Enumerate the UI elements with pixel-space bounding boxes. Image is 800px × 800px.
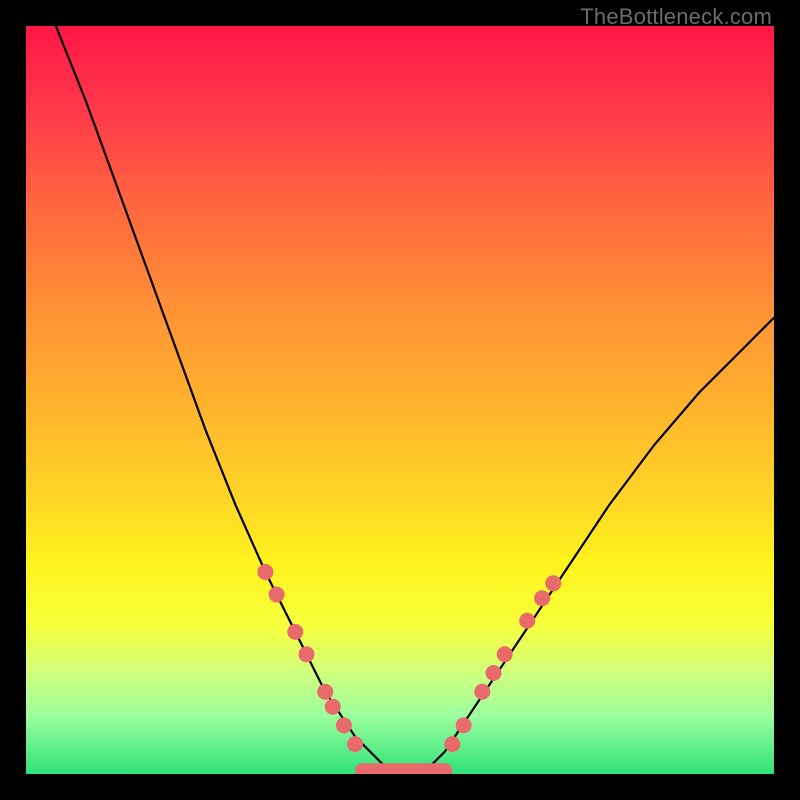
- bottom-bar: [355, 763, 452, 774]
- highlight-dots: [257, 564, 561, 752]
- gradient-plot-area: [26, 26, 774, 774]
- bottleneck-curve: [56, 26, 774, 770]
- chart-svg: [26, 26, 774, 774]
- watermark-text: TheBottleneck.com: [580, 4, 772, 30]
